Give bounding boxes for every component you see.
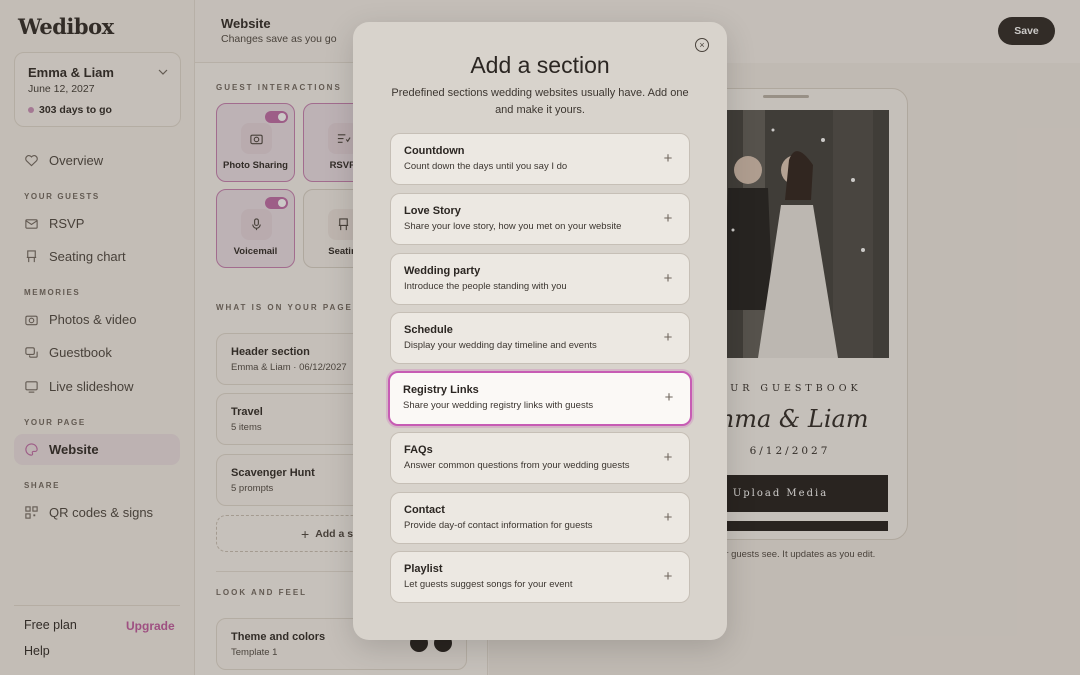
option-title: Wedding party (404, 265, 481, 277)
option-title: Contact (404, 504, 445, 516)
option-subtitle: Share your love story, how you met on yo… (404, 221, 622, 232)
plus-icon[interactable]: + (661, 211, 675, 226)
modal-description: Predefined sections wedding websites usu… (391, 87, 689, 116)
option-subtitle: Provide day-of contact information for g… (404, 520, 593, 531)
option-faqs[interactable]: FAQs Answer common questions from your w… (390, 432, 690, 484)
option-subtitle: Count down the days until you say I do (404, 161, 568, 172)
option-contact[interactable]: Contact Provide day-of contact informati… (390, 492, 690, 544)
option-title: FAQs (404, 444, 433, 456)
option-title: Playlist (404, 563, 443, 575)
option-schedule[interactable]: Schedule Display your wedding day timeli… (390, 312, 690, 364)
option-playlist[interactable]: Playlist Let guests suggest songs for yo… (390, 551, 690, 603)
option-love-story[interactable]: Love Story Share your love story, how yo… (390, 193, 690, 245)
add-section-modal: × Add a section Predefined sections wedd… (353, 22, 727, 640)
plus-icon[interactable]: + (661, 510, 675, 525)
option-subtitle: Display your wedding day timeline and ev… (404, 340, 597, 351)
plus-icon[interactable]: + (661, 569, 675, 584)
option-subtitle: Introduce the people standing with you (404, 281, 567, 292)
plus-icon[interactable]: + (661, 450, 675, 465)
option-wedding-party[interactable]: Wedding party Introduce the people stand… (390, 253, 690, 305)
modal-title: Add a section (470, 52, 610, 78)
option-title: Registry Links (403, 384, 479, 396)
option-subtitle: Answer common questions from your weddin… (404, 460, 630, 471)
plus-icon[interactable]: + (661, 271, 675, 286)
option-title: Love Story (404, 205, 461, 217)
close-icon[interactable]: × (695, 38, 709, 52)
option-subtitle: Share your wedding registry links with g… (403, 400, 594, 411)
option-countdown[interactable]: Countdown Count down the days until you … (390, 133, 690, 185)
option-title: Schedule (404, 324, 453, 336)
plus-icon[interactable]: + (661, 151, 675, 166)
plus-icon[interactable]: + (661, 330, 675, 345)
plus-icon[interactable]: + (662, 390, 676, 405)
option-registry-links[interactable]: Registry Links Share your wedding regist… (388, 371, 692, 426)
option-subtitle: Let guests suggest songs for your event (404, 579, 573, 590)
option-title: Countdown (404, 145, 465, 157)
